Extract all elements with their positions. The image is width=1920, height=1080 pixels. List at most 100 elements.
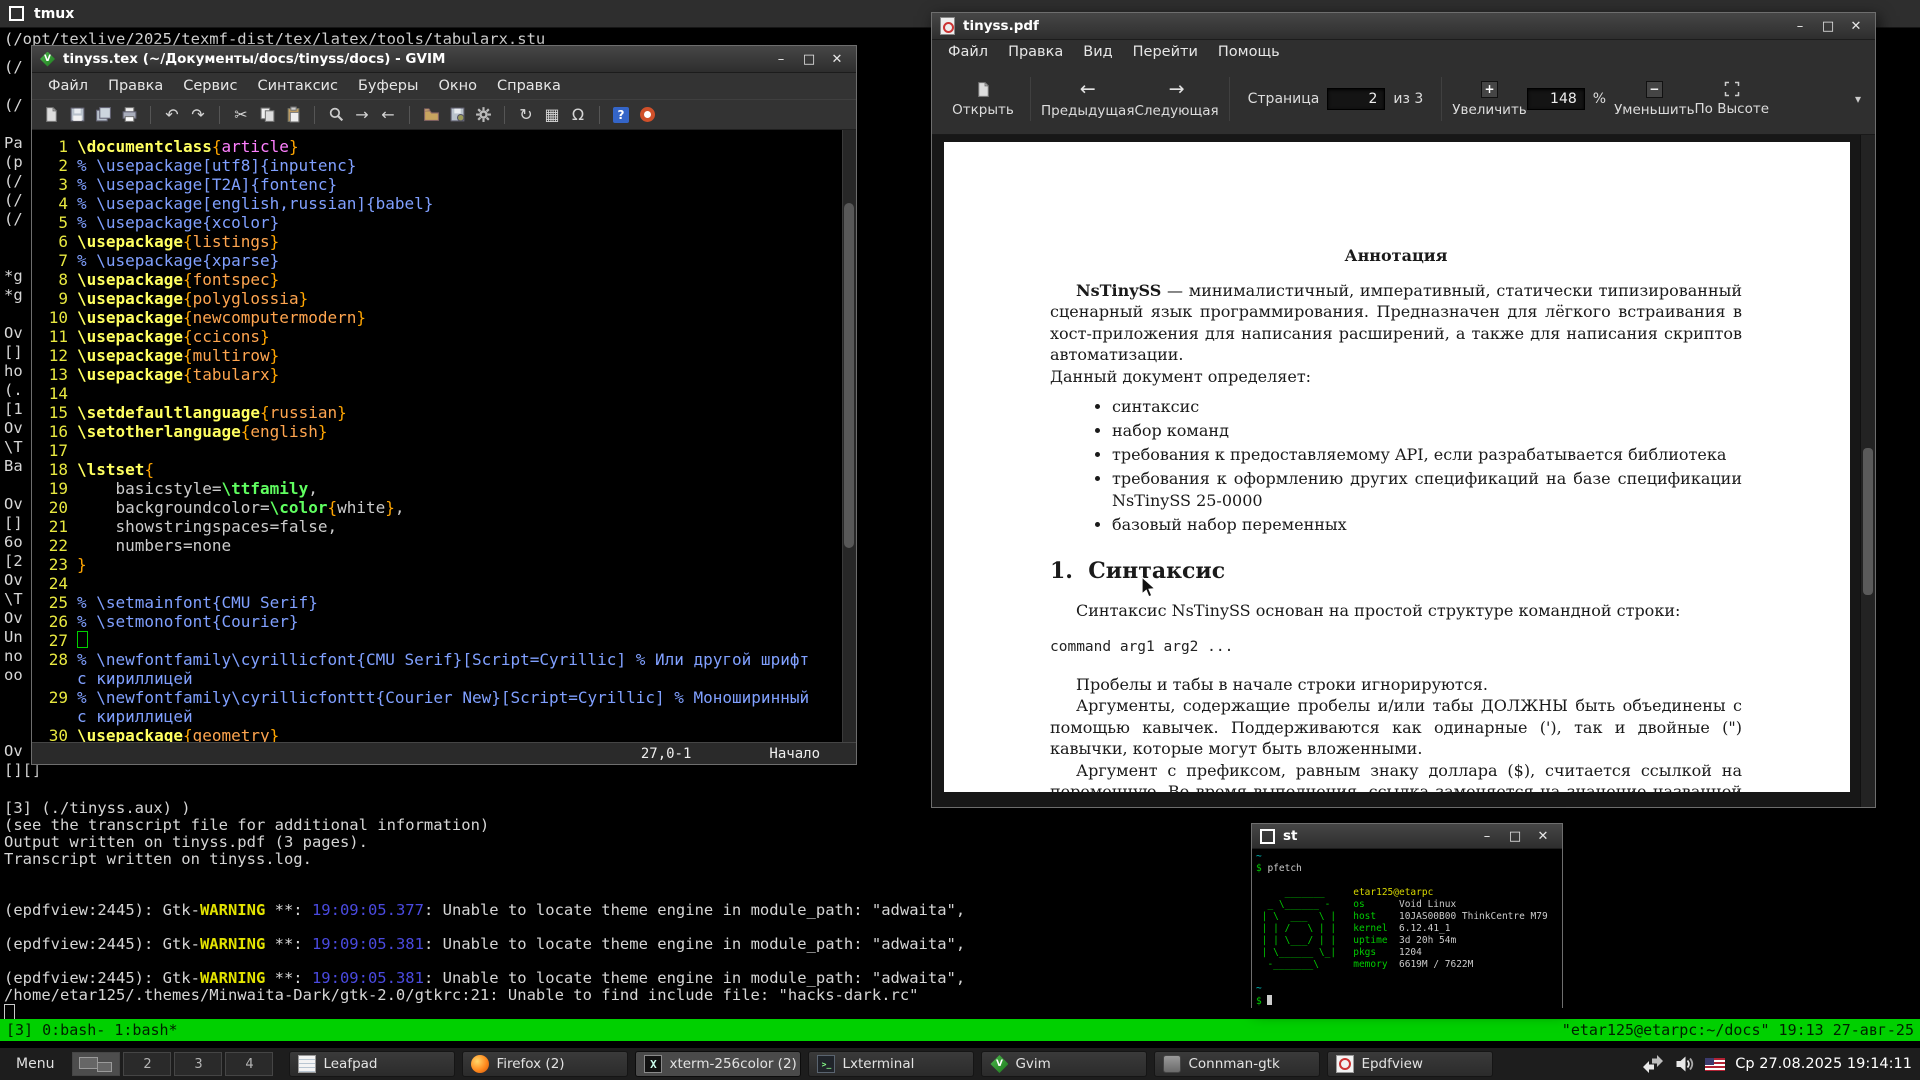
maximize-button[interactable]: □ <box>798 50 820 68</box>
minimize-button[interactable]: – <box>770 50 792 68</box>
zoom-level-input[interactable] <box>1526 88 1585 110</box>
st-terminal-line: | \______ \_| pkgs 1204 <box>1256 947 1422 958</box>
gvim-titlebar[interactable]: V tinyss.tex (~/Документы/docs/tinyss/do… <box>32 46 856 73</box>
workspace-3[interactable]: 3 <box>174 1052 223 1076</box>
volume-icon[interactable] <box>1675 1055 1695 1073</box>
gvim-menu-Справка[interactable]: Справка <box>487 76 571 96</box>
undo-icon[interactable]: ↶ <box>161 104 183 126</box>
print-icon[interactable] <box>118 104 140 126</box>
redo-icon[interactable]: ↷ <box>187 104 209 126</box>
st-terminal-line: | \ ___ \ | host 10JAS00B00 ThinkCentre … <box>1256 911 1548 922</box>
build-tags-icon[interactable]: ▦ <box>541 104 563 126</box>
save-file-icon[interactable] <box>66 104 88 126</box>
maximize-button[interactable]: □ <box>1817 17 1839 35</box>
fit-height-button[interactable]: По Высоте <box>1695 70 1769 128</box>
pdf-content-area[interactable]: Аннотация NsTinySS — минималистичный, им… <box>932 135 1875 807</box>
gvim-code-line: с кириллицей <box>77 669 193 688</box>
pdf-menu-Перейти[interactable]: Перейти <box>1123 42 1208 62</box>
page-label: Страница <box>1247 91 1320 107</box>
find-replace-icon[interactable] <box>325 104 347 126</box>
workspace-1[interactable] <box>72 1052 121 1076</box>
close-button[interactable]: ✕ <box>1845 17 1867 35</box>
close-button[interactable]: ✕ <box>826 50 848 68</box>
tmux-status-bar: [3] 0:bash- 1:bash* "etar125@etarpc:~/do… <box>0 1019 1920 1041</box>
toolbar-separator <box>504 105 505 124</box>
network-tray-icon[interactable] <box>1641 1055 1665 1073</box>
page-number-input[interactable] <box>1327 88 1386 110</box>
toolbar-overflow-chevron[interactable]: ▾ <box>1855 92 1861 106</box>
pdf-page: Аннотация NsTinySS — минималистичный, им… <box>944 142 1850 792</box>
taskbar-button-connman[interactable]: Connman-gtk <box>1154 1051 1321 1077</box>
taskbar-button-epdfview[interactable]: Epdfview <box>1327 1051 1494 1077</box>
copy-icon[interactable] <box>256 104 278 126</box>
keyboard-layout-us-flag-icon[interactable] <box>1705 1057 1726 1071</box>
make-icon[interactable]: ↻ <box>515 104 537 126</box>
paragraph: Аргумент с префиксом, равным знаку долла… <box>1050 760 1742 793</box>
close-button[interactable]: ✕ <box>1532 827 1554 845</box>
save-session-icon[interactable] <box>446 104 468 126</box>
find-help-icon[interactable] <box>636 104 658 126</box>
terminal-line: Output written on tinyss.pdf (3 pages). <box>4 833 368 851</box>
gvim-menu-Буферы[interactable]: Буферы <box>348 76 429 96</box>
zoom-in-button[interactable]: + Увеличить <box>1452 70 1527 128</box>
paste-icon[interactable] <box>282 104 304 126</box>
previous-page-button[interactable]: ← Предыдущая <box>1041 70 1134 128</box>
fit-height-icon <box>1724 81 1740 97</box>
zoom-out-button[interactable]: − Уменьшить <box>1614 70 1695 128</box>
pdf-menu-Вид[interactable]: Вид <box>1073 42 1122 62</box>
taskbar-button-lxterminal[interactable]: >_ Lxterminal <box>808 1051 975 1077</box>
next-page-button[interactable]: → Следующая <box>1134 70 1218 128</box>
gvim-menu-Правка[interactable]: Правка <box>98 76 173 96</box>
terminal-line: Transcript written on tinyss.log. <box>4 850 312 868</box>
open-file-icon[interactable] <box>40 104 62 126</box>
workspace-4[interactable]: 4 <box>225 1052 274 1076</box>
gvim-title: tinyss.tex (~/Документы/docs/tinyss/docs… <box>63 51 446 67</box>
gvim-ruler: 27,0-1 <box>640 745 692 762</box>
pdf-menu-Файл[interactable]: Файл <box>938 42 998 62</box>
taskbar-button-firefox[interactable]: Firefox (2) <box>462 1051 629 1077</box>
st-titlebar[interactable]: st – □ ✕ <box>1252 824 1562 849</box>
pdf-menu-Помощь[interactable]: Помощь <box>1208 42 1290 62</box>
gvim-menu-Сервис[interactable]: Сервис <box>173 76 247 96</box>
minimize-button[interactable]: – <box>1789 17 1811 35</box>
gvim-editor[interactable]: 1 \documentclass{article} 2% \usepackage[u… <box>32 130 856 742</box>
taskbar-button-leafpad[interactable]: Leafpad <box>289 1051 456 1077</box>
gvim-code-line: 20 backgroundcolor=\color{white}, <box>48 498 405 517</box>
toolbar-separator <box>219 105 220 124</box>
taskbar-button-xterm[interactable]: Xxterm-256color (2) <box>635 1051 802 1077</box>
toolbar-separator <box>1228 77 1230 121</box>
minimize-button[interactable]: – <box>1476 827 1498 845</box>
st-terminal-window: st – □ ✕ ~ $ pfetch _______ etar125@etarp… <box>1251 823 1563 1009</box>
find-prev-icon[interactable]: ← <box>377 104 399 126</box>
pdf-scrollbar[interactable] <box>1860 135 1875 807</box>
gvim-scrollbar-thumb[interactable] <box>844 203 854 548</box>
maximize-button[interactable]: □ <box>1504 827 1526 845</box>
gvim-code-line: 4% \usepackage[english,russian]{babel} <box>58 194 434 213</box>
st-terminal-output[interactable]: ~ $ pfetch _______ etar125@etarpc _ \____… <box>1252 849 1562 1009</box>
menu-button[interactable]: Menu <box>6 1051 64 1077</box>
gvim-code-line: 19 basicstyle=\ttfamily, <box>48 479 318 498</box>
cut-icon[interactable]: ✂ <box>230 104 252 126</box>
open-button[interactable]: Открыть <box>946 70 1020 128</box>
gvim-scrollbar[interactable] <box>842 130 856 742</box>
pdf-titlebar[interactable]: tinyss.pdf – □ ✕ <box>932 13 1875 40</box>
bullet-item: набор команд <box>1112 420 1742 442</box>
abstract-heading: Аннотация <box>1344 246 1448 265</box>
workspace-2[interactable]: 2 <box>123 1052 172 1076</box>
gvim-menu-Синтаксис[interactable]: Синтаксис <box>247 76 348 96</box>
gvim-menu-Файл[interactable]: Файл <box>38 76 98 96</box>
jump-tag-icon[interactable]: Ω <box>567 104 589 126</box>
gvim-menu-Окно[interactable]: Окно <box>428 76 487 96</box>
gvim-toolbar: ↶ ↷ ✂ → ← ↻ ▦ Ω? <box>32 99 856 130</box>
run-script-icon[interactable] <box>472 104 494 126</box>
taskbar-clock[interactable]: Ср 27.08.2025 19:14:11 <box>1735 1056 1912 1072</box>
save-all-icon[interactable] <box>92 104 114 126</box>
help-icon[interactable]: ? <box>610 104 632 126</box>
taskbar-button-gvim[interactable]: V Gvim <box>981 1051 1148 1077</box>
find-next-icon[interactable]: → <box>351 104 373 126</box>
load-session-icon[interactable] <box>420 104 442 126</box>
pdf-menu-Правка[interactable]: Правка <box>998 42 1073 62</box>
pdf-scrollbar-thumb[interactable] <box>1863 448 1873 595</box>
page-count-label: из 3 <box>1393 91 1424 107</box>
